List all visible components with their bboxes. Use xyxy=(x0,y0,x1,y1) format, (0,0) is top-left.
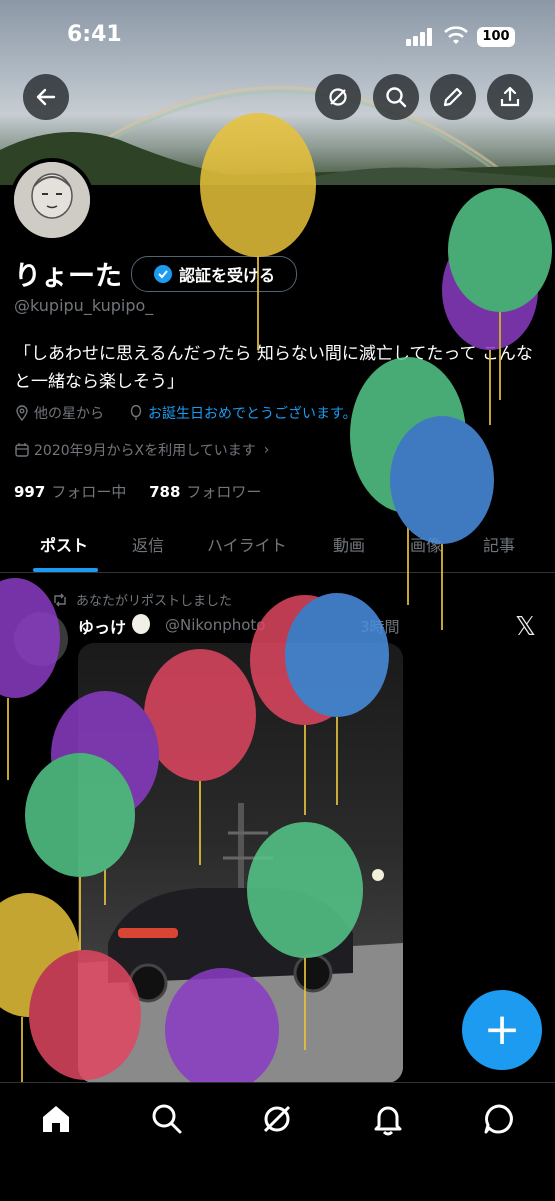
profile-tabs: ポスト 返信 ハイライト 動画 画像 記事 xyxy=(0,520,555,573)
tab-replies[interactable]: 返信 xyxy=(132,532,164,556)
post-author-avatar[interactable] xyxy=(14,612,68,666)
battery-indicator: 100 xyxy=(477,27,515,47)
back-button[interactable] xyxy=(23,74,69,120)
tab-highlights[interactable]: ハイライト xyxy=(207,532,287,556)
car-photo xyxy=(78,803,403,1083)
repost-icon xyxy=(54,593,66,606)
avatar-image xyxy=(14,162,90,238)
pencil-icon xyxy=(443,87,463,107)
verified-badge-icon xyxy=(153,265,172,283)
grok-icon[interactable] xyxy=(259,1101,295,1137)
location-text: 他の星から xyxy=(34,406,104,422)
chevron-right-icon: › xyxy=(263,442,270,458)
tab-images[interactable]: 画像 xyxy=(410,532,442,556)
joined-text: 2020年9月からXを利用しています xyxy=(34,443,256,459)
status-bar: 6:41 100 xyxy=(0,0,555,70)
balloon xyxy=(0,578,60,780)
post-author-name[interactable]: ゆっけ xyxy=(78,614,126,638)
wifi-icon xyxy=(444,26,468,50)
back-arrow-icon xyxy=(36,88,56,106)
repost-label: あなたがリポストしました xyxy=(76,594,233,609)
followers-count: 788 xyxy=(149,483,181,501)
profile-name: りょーた xyxy=(14,261,122,292)
post-author-handle[interactable]: @Nikonphoto xyxy=(165,616,266,634)
post-time: 3時間 xyxy=(360,618,400,636)
grok-button[interactable] xyxy=(315,74,361,120)
follow-counts: 997 フォロー中 788 フォロワー xyxy=(14,481,261,502)
bell-icon[interactable] xyxy=(370,1101,406,1137)
followers-label: フォロワー xyxy=(186,483,262,501)
status-time: 6:41 xyxy=(67,22,122,47)
tab-active-indicator xyxy=(33,568,98,572)
compose-button[interactable]: + xyxy=(462,990,542,1070)
balloon-icon xyxy=(130,405,142,420)
birthday-text[interactable]: お誕生日おめでとうございます。 xyxy=(148,403,357,423)
grok-icon xyxy=(329,88,347,106)
following-count: 997 xyxy=(14,483,46,501)
profile-bio: 「しあわせに思えるんだったら 知らない間に滅亡してたって こんなと一緒なら楽しそ… xyxy=(14,344,533,392)
tab-videos[interactable]: 動画 xyxy=(333,532,365,556)
profile-location: 他の星から xyxy=(14,403,104,423)
following-link[interactable]: 997 フォロー中 xyxy=(14,483,126,501)
tab-posts[interactable]: ポスト xyxy=(40,532,88,556)
avatar[interactable] xyxy=(10,158,94,242)
profile-handle: @kupipu_kupipo_ xyxy=(14,296,154,315)
egg-emoji-icon xyxy=(132,614,150,634)
balloon xyxy=(0,893,80,1082)
verify-button[interactable]: 認証を受ける xyxy=(131,256,297,292)
followers-link[interactable]: 788 フォロワー xyxy=(149,483,261,501)
profile-birthday: お誕生日おめでとうございます。 xyxy=(128,403,357,423)
edit-button[interactable] xyxy=(430,74,476,120)
tab-articles[interactable]: 記事 xyxy=(483,532,515,556)
search-icon xyxy=(386,87,407,108)
search-icon[interactable] xyxy=(149,1101,185,1137)
post-media[interactable] xyxy=(78,643,403,1083)
bottom-nav xyxy=(0,1082,555,1201)
calendar-icon xyxy=(15,443,29,457)
x-logo-icon: 𝕏 xyxy=(515,612,536,642)
location-pin-icon xyxy=(16,405,28,421)
verify-label: 認証を受ける xyxy=(178,266,275,285)
repost-indicator: あなたがリポストしました xyxy=(52,590,232,609)
signal-icon xyxy=(406,28,434,50)
search-button[interactable] xyxy=(373,74,419,120)
chat-icon[interactable] xyxy=(481,1101,517,1137)
profile-joined: 2020年9月からXを利用しています › xyxy=(14,440,269,460)
share-button[interactable] xyxy=(487,74,533,120)
share-icon xyxy=(500,86,520,107)
home-icon[interactable] xyxy=(38,1101,74,1137)
following-label: フォロー中 xyxy=(51,483,127,501)
